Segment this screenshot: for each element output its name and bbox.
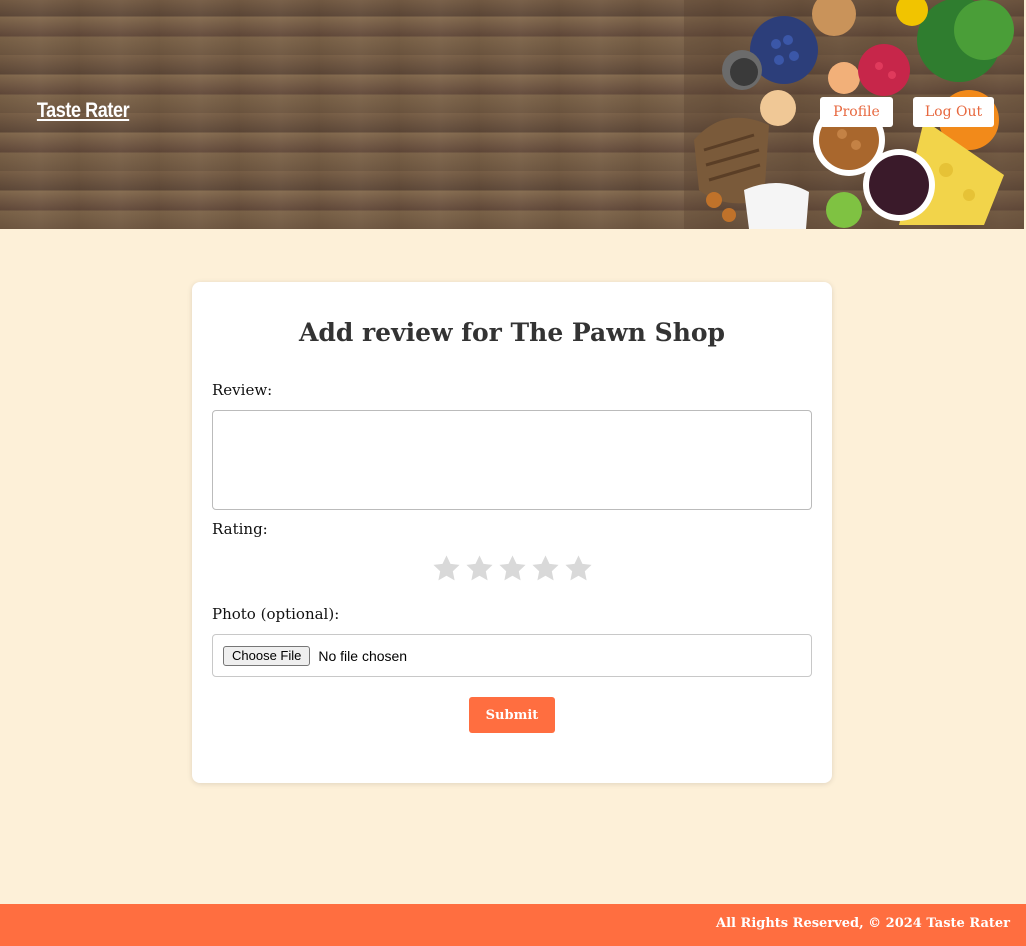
star-icon-2[interactable] (463, 552, 496, 585)
review-label: Review: (212, 381, 273, 399)
submit-button[interactable]: Submit (469, 697, 555, 733)
file-status-text: No file chosen (318, 647, 408, 664)
profile-button[interactable]: Profile (820, 97, 893, 127)
star-rating (430, 552, 595, 588)
photo-label: Photo (optional): (212, 605, 340, 623)
star-icon-5[interactable] (562, 552, 595, 585)
star-icon-1[interactable] (430, 552, 463, 585)
photo-file-input[interactable]: Choose File No file chosen (212, 634, 812, 677)
star-icon-3[interactable] (496, 552, 529, 585)
rating-label: Rating: (212, 520, 268, 538)
header-banner: Taste Rater Profile Log Out (0, 0, 1024, 229)
page-title: Add review for The Pawn Shop (298, 318, 726, 347)
footer-copyright: All Rights Reserved, © 2024 Taste Rater (716, 916, 1010, 931)
review-textarea[interactable] (212, 410, 812, 510)
logout-button[interactable]: Log Out (913, 97, 994, 127)
star-icon-4[interactable] (529, 552, 562, 585)
choose-file-button[interactable]: Choose File (223, 645, 311, 666)
site-logo[interactable]: Taste Rater (30, 99, 130, 123)
review-form-card: Add review for The Pawn Shop Review: Rat… (192, 282, 832, 783)
footer: All Rights Reserved, © 2024 Taste Rater (0, 904, 1026, 946)
